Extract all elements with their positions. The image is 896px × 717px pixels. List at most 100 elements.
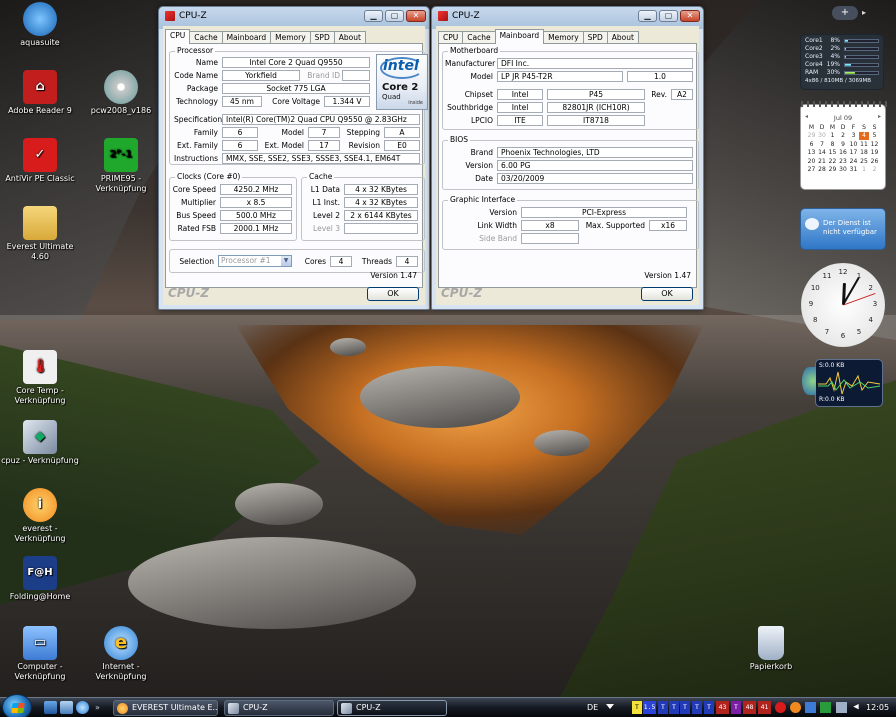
tray-temp-icon[interactable]: 48	[743, 701, 756, 714]
calendar-day[interactable]: 20	[806, 157, 817, 166]
calendar-gadget[interactable]: ◂ ▸ Jul 09 MDMDFSS 29 30 1 2 3 4 5 6 7 8 9 10 11 12 13…	[800, 101, 887, 190]
tray-temp-icon[interactable]: T	[632, 701, 642, 714]
calendar-day[interactable]: 6	[806, 140, 817, 149]
tray-temp-icon[interactable]: 43	[716, 701, 729, 714]
tray-expand-icon[interactable]	[606, 704, 614, 709]
tray-temp-icon[interactable]: T	[731, 701, 741, 714]
wallpaper-rock	[128, 537, 416, 629]
add-gadget-icon[interactable]: +	[832, 6, 858, 20]
calendar-day[interactable]: 19	[869, 149, 880, 158]
calendar-day[interactable]: 10	[848, 140, 859, 149]
desktop-icon-everest[interactable]: i everest - Verknüpfung	[0, 488, 83, 544]
calendar-day[interactable]: 2	[838, 132, 849, 141]
tab-mainboard[interactable]: Mainboard	[494, 29, 545, 44]
calendar-day[interactable]: 22	[827, 157, 838, 166]
tray-temp-icon[interactable]: 1.5	[643, 701, 656, 714]
calendar-day[interactable]: 17	[848, 149, 859, 158]
close-button[interactable]: ✕	[406, 10, 426, 22]
desktop-icon-core-temp[interactable]: 🌡 Core Temp - Verknüpfung	[0, 350, 83, 406]
calendar-day[interactable]: 29	[827, 166, 838, 175]
tray-app-icon[interactable]	[805, 702, 816, 713]
weather-gadget[interactable]: Der Dienst ist nicht verfügbar	[800, 208, 886, 250]
tray-temp-icon[interactable]: T	[658, 701, 668, 714]
calendar-day[interactable]: 24	[848, 157, 859, 166]
calendar-day[interactable]: 8	[827, 140, 838, 149]
calendar-day[interactable]: 2	[869, 166, 880, 175]
calendar-day[interactable]: 15	[827, 149, 838, 158]
desktop-icon-computer[interactable]: ▭ Computer - Verknüpfung	[0, 626, 83, 682]
calendar-day[interactable]: 5	[869, 132, 880, 141]
tray-temp-icon[interactable]: T	[669, 701, 679, 714]
tray-app-icon[interactable]	[790, 702, 801, 713]
calendar-day[interactable]: 11	[859, 140, 870, 149]
calendar-day[interactable]: 14	[817, 149, 828, 158]
calendar-next-icon[interactable]: ▸	[878, 113, 881, 120]
calendar-day[interactable]: 3	[848, 132, 859, 141]
clock-numeral: 11	[822, 272, 832, 281]
calendar-day[interactable]: 27	[806, 166, 817, 175]
internet-explorer-icon[interactable]	[76, 701, 89, 714]
calendar-day[interactable]: 23	[838, 157, 849, 166]
tab-cpu[interactable]: CPU	[165, 29, 191, 44]
calendar-day[interactable]: 28	[817, 166, 828, 175]
calendar-prev-icon[interactable]: ◂	[805, 113, 808, 120]
calendar-day[interactable]: 1	[827, 132, 838, 141]
calendar-day[interactable]: 30	[838, 166, 849, 175]
desktop-icon-internet[interactable]: e Internet - Verknüpfung	[78, 626, 164, 682]
ok-button[interactable]: OK	[641, 287, 693, 301]
calendar-day[interactable]: 18	[859, 149, 870, 158]
desktop-icon-pcw2008[interactable]: pcw2008_v186	[78, 70, 164, 116]
globe-gadget-icon[interactable]	[802, 367, 816, 395]
switch-windows-icon[interactable]	[60, 701, 73, 714]
show-desktop-icon[interactable]	[44, 701, 57, 714]
ok-button[interactable]: OK	[367, 287, 419, 301]
tray-app-icon[interactable]	[820, 702, 831, 713]
taskbar-button-everest[interactable]: EVEREST Ultimate E...	[113, 700, 218, 716]
tray-temp-icon[interactable]: 41	[758, 701, 771, 714]
desktop-icon-papierkorb[interactable]: Papierkorb	[728, 626, 814, 672]
calendar-day[interactable]: 1	[859, 166, 870, 175]
start-button[interactable]	[2, 694, 32, 717]
taskbar-button-cpuz-2[interactable]: CPU-Z	[337, 700, 447, 716]
desktop-icon-everest-folder[interactable]: Everest Ultimate 4.60	[0, 206, 83, 262]
network-tray-icon[interactable]	[836, 702, 847, 713]
minimize-button[interactable]: ▁	[638, 10, 657, 22]
quicklaunch-extra-icon[interactable]: »	[95, 701, 103, 714]
calendar-day[interactable]: 29	[806, 132, 817, 141]
calendar-day[interactable]: 4	[858, 131, 870, 140]
desktop-icon-antivir[interactable]: ✓ AntiVir PE Classic	[0, 138, 83, 184]
desktop-icon-prime95[interactable]: 2ᴾ-1 PRIME95 - Verknüpfung	[78, 138, 164, 194]
cpuz-window-cpu[interactable]: CPU-Z ▁ ▢ ✕ CPU Cache Mainboard Memory S…	[158, 6, 430, 310]
tray-temp-icon[interactable]: T	[704, 701, 714, 714]
desktop-icon-cpuz[interactable]: ◆ cpuz - Verknüpfung	[0, 420, 83, 466]
input-language-indicator[interactable]: DE	[587, 700, 598, 716]
desktop-icon-adobe-reader[interactable]: ⌂ Adobe Reader 9	[0, 70, 83, 116]
desktop-icon-folding[interactable]: F@H Folding@Home	[0, 556, 83, 602]
sidebar-next-icon[interactable]: ▸	[862, 6, 874, 20]
tray-temp-icon[interactable]: T	[680, 701, 690, 714]
calendar-day[interactable]: 16	[838, 149, 849, 158]
maximize-button[interactable]: ▢	[385, 10, 404, 22]
desktop-icon-aquasuite[interactable]: aquasuite	[0, 2, 83, 48]
calendar-day[interactable]: 31	[848, 166, 859, 175]
antivir-tray-icon[interactable]	[775, 702, 786, 713]
calendar-day[interactable]: 12	[869, 140, 880, 149]
processor-select[interactable]: Processor #1 ▼	[218, 255, 292, 267]
calendar-day[interactable]: 7	[817, 140, 828, 149]
minimize-button[interactable]: ▁	[364, 10, 383, 22]
cpuz-window-mainboard[interactable]: CPU-Z ▁ ▢ ✕ CPU Cache Mainboard Memory S…	[431, 6, 704, 310]
calendar-day[interactable]: 21	[817, 157, 828, 166]
taskbar-clock[interactable]: 12:05	[866, 700, 889, 716]
calendar-day[interactable]: 25	[859, 157, 870, 166]
maximize-button[interactable]: ▢	[659, 10, 678, 22]
calendar-day[interactable]: 13	[806, 149, 817, 158]
cpu-core-row: Core4 19%	[805, 61, 879, 69]
calendar-day[interactable]: 9	[838, 140, 849, 149]
calendar-day[interactable]: 30	[817, 132, 828, 141]
calendar-day[interactable]: 26	[869, 157, 880, 166]
close-button[interactable]: ✕	[680, 10, 700, 22]
taskbar-button-cpuz-1[interactable]: CPU-Z	[224, 700, 334, 716]
core-speed-value: 4250.2 MHz	[220, 184, 292, 195]
volume-tray-icon[interactable]: ◀	[851, 701, 861, 714]
tray-temp-icon[interactable]: T	[692, 701, 702, 714]
